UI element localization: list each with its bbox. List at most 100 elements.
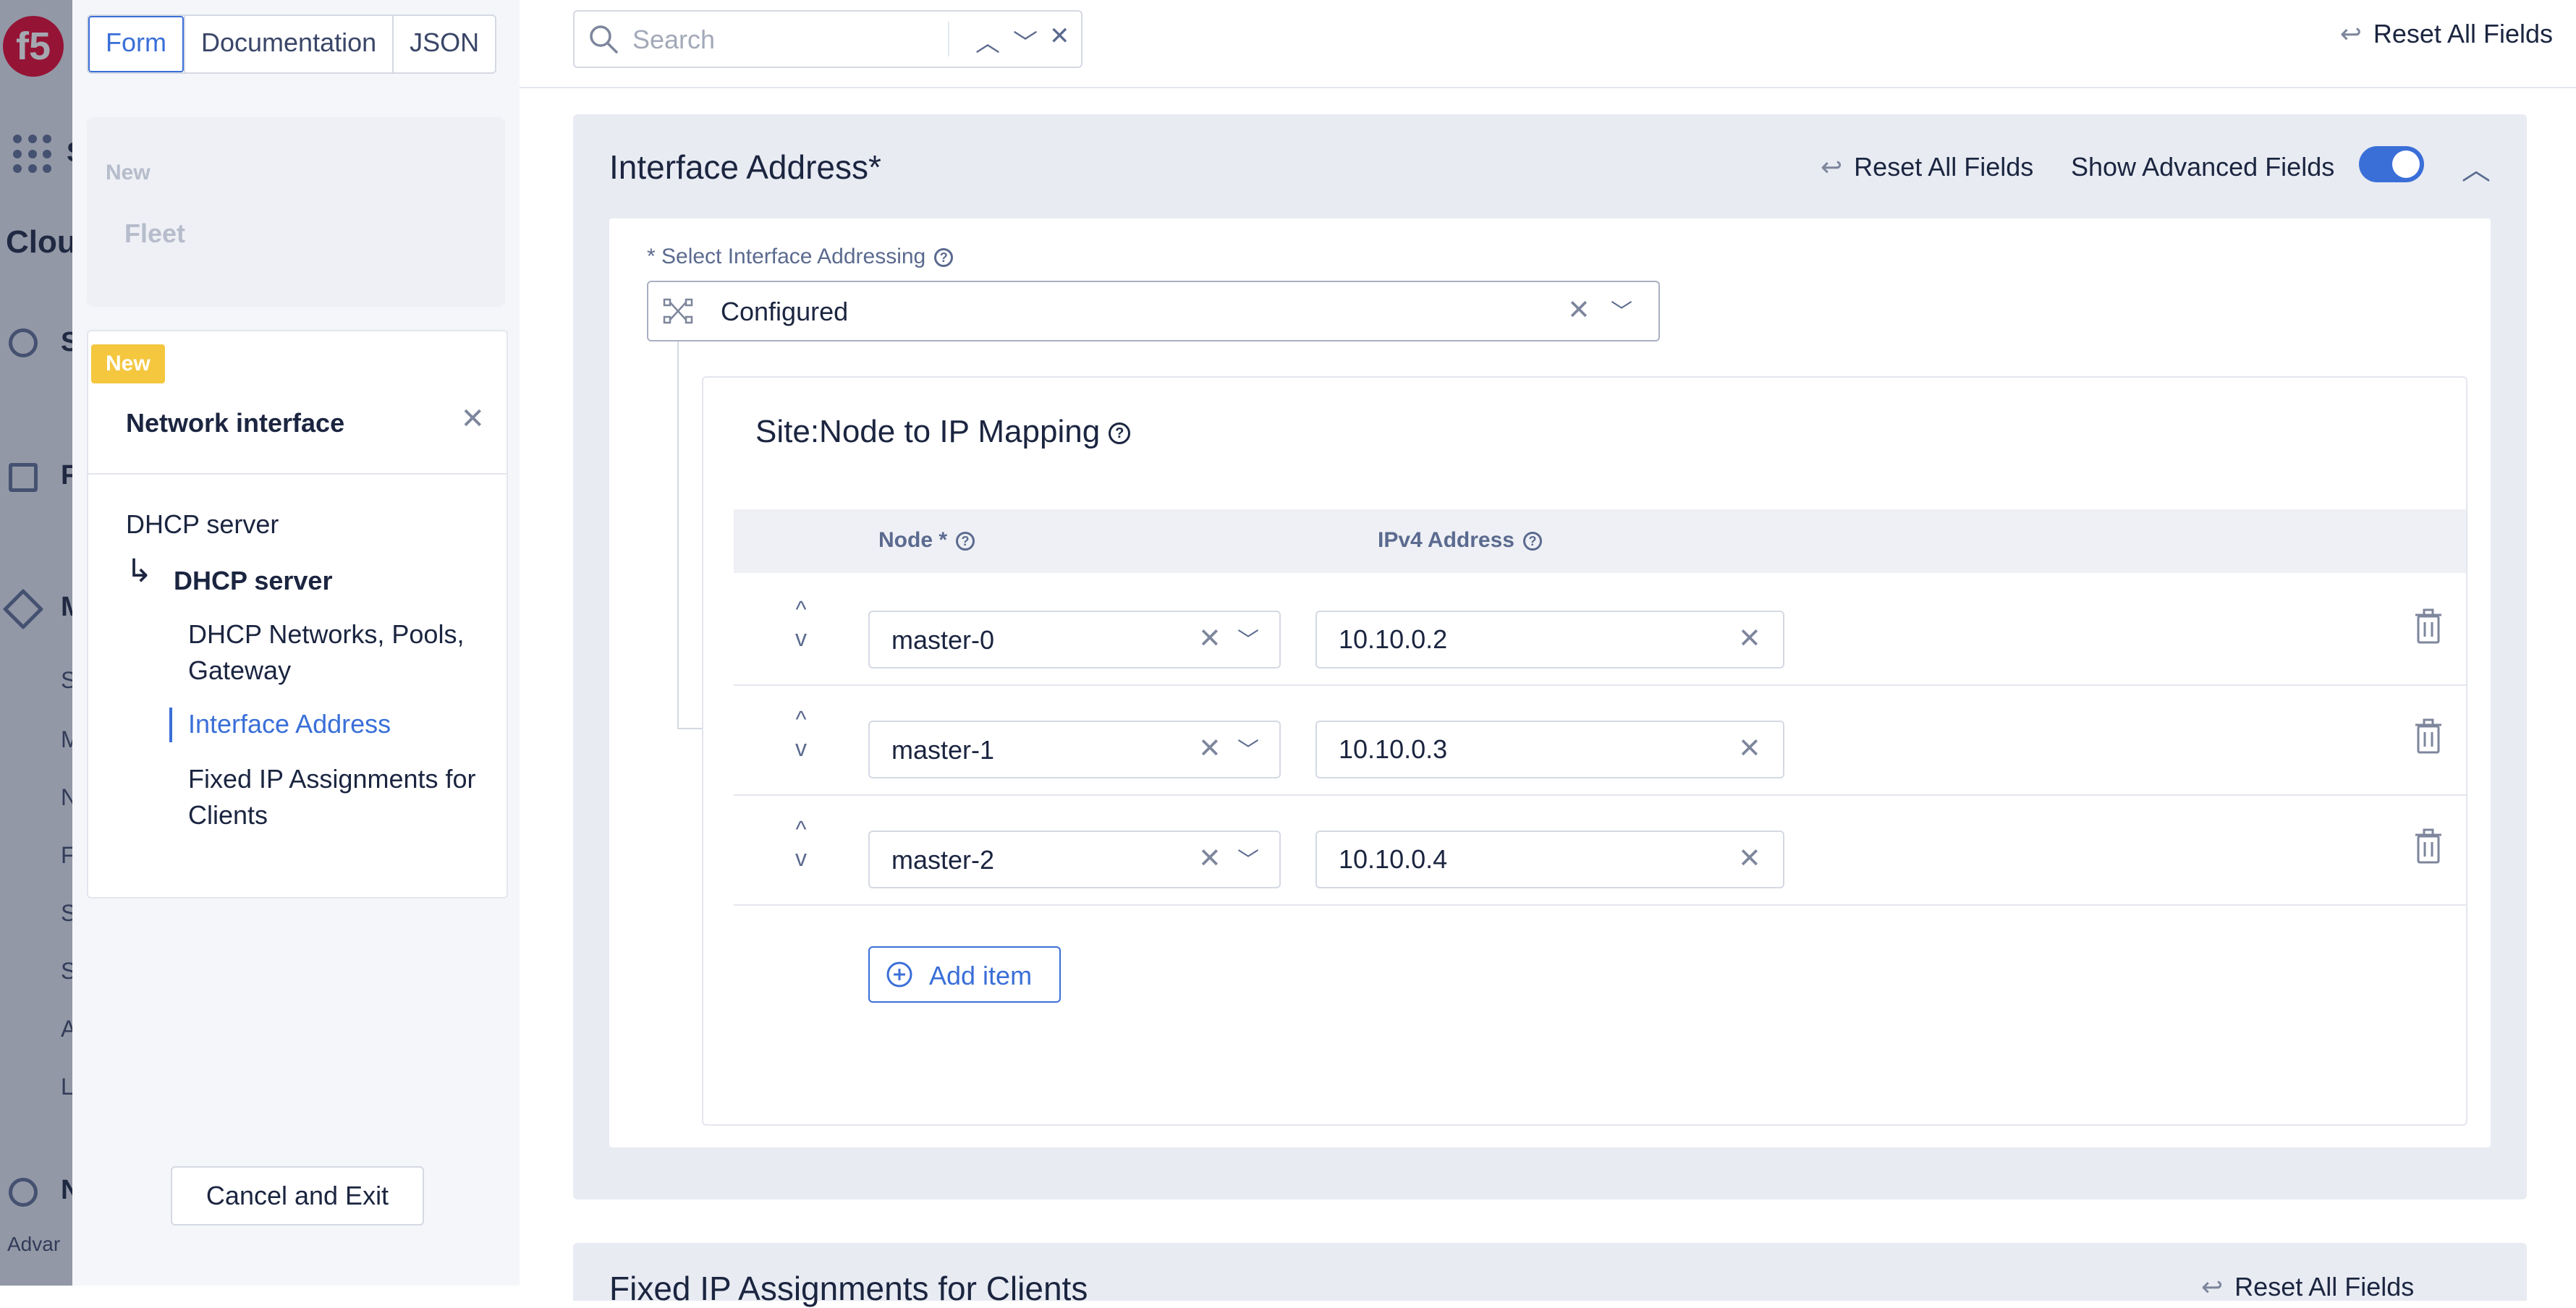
ipv4-field: ✕ [1315,611,1784,668]
help-icon[interactable]: ? [934,248,954,268]
ipv4-input[interactable] [1337,841,1702,878]
node-value: master-0 [891,625,995,655]
reorder-control: ^ v [790,815,812,872]
network-interface-title: Network interface [126,408,345,438]
tab-json[interactable]: JSON [392,16,495,72]
table-row: ^v master-1 ✕ ﹀ ✕ [734,684,2466,796]
add-item-button[interactable]: Add item [868,946,1061,1003]
help-icon[interactable]: ? [956,532,975,551]
tree-connector [677,728,703,729]
ipv4-field: ✕ [1315,721,1784,778]
chevron-up-icon[interactable]: ︿ [2462,146,2491,188]
required-mark: * [868,148,881,186]
chevron-down-icon[interactable]: ﹀ [1237,622,1259,654]
ipv4-field: ✕ [1315,831,1784,888]
reset-all-label: Reset All Fields [2373,19,2553,48]
clear-icon[interactable]: ✕ [1738,842,1761,875]
chevron-down-icon[interactable]: ﹀ [1237,732,1259,764]
move-down-icon[interactable]: v [790,624,812,653]
divider [948,22,949,56]
network-nodes-icon [663,298,693,324]
chevron-down-icon[interactable]: ﹀ [1237,842,1259,874]
nav-dhcp-server[interactable]: DHCP server [126,509,279,540]
trash-icon[interactable] [2412,608,2444,645]
reset-all-fields-button[interactable]: ↩ Reset All Fields [2340,19,2553,49]
new-badge: New [91,344,165,383]
fleet-card-label: New [106,161,151,184]
close-icon[interactable]: ✕ [460,402,485,436]
node-select[interactable]: master-0 ✕ ﹀ [868,611,1281,668]
clear-icon[interactable]: ✕ [1738,732,1761,765]
nav-dhcp-networks[interactable]: DHCP Networks, Pools, Gateway [188,616,492,689]
node-select[interactable]: master-1 ✕ ﹀ [868,721,1281,778]
reorder-control: ^ v [790,705,812,763]
section-reset-label: Reset All Fields [1854,152,2034,182]
node-select[interactable]: master-2 ✕ ﹀ [868,831,1281,888]
reorder-control: ^ v [790,595,812,653]
section-title: Interface Address* [609,148,881,187]
search-input[interactable] [631,19,938,61]
plus-circle-icon [886,961,912,988]
move-down-icon[interactable]: v [790,844,812,872]
nav-fixed-ip[interactable]: Fixed IP Assignments for Clients [188,761,492,833]
fixed-ip-reset-label: Reset All Fields [2234,1272,2415,1301]
help-icon[interactable]: ? [1522,532,1542,551]
undo-icon: ↩ [2339,19,2362,48]
clear-icon[interactable]: ✕ [1198,842,1221,875]
node-ip-mapping: Site:Node to IP Mapping? Node *? IPv4 Ad… [702,376,2467,1126]
chevron-up-icon[interactable]: ︿ [975,23,1000,59]
ipv4-input[interactable] [1337,731,1702,768]
fleet-card: New Fleet [87,117,505,307]
search-box: ︿ ﹀ ✕ [573,10,1082,68]
table-row: ^v master-2 ✕ ﹀ ✕ [734,794,2466,906]
help-icon[interactable]: ? [1109,422,1131,445]
clear-icon[interactable]: ✕ [1567,294,1590,326]
mapping-title-text: Site:Node to IP Mapping [755,414,1101,449]
nav-dhcp-server-sub[interactable]: DHCP server [174,566,332,596]
section-body: * Select Interface Addressing? Configure… [609,218,2491,1147]
left-panel: Form Documentation JSON New Fleet New Ne… [72,0,521,1286]
network-interface-card: New Network interface ✕ DHCP server ↳ DH… [87,330,508,899]
fleet-link[interactable]: Fleet [124,218,185,249]
move-up-icon[interactable]: ^ [790,815,812,844]
trash-icon[interactable] [2412,718,2444,755]
divider [88,473,507,475]
tab-documentation[interactable]: Documentation [184,16,392,72]
chevron-down-icon[interactable]: ﹀ [1013,23,1038,59]
top-toolbar: ︿ ﹀ ✕ ↩ Reset All Fields [520,0,2576,88]
sub-arrow-icon: ↳ [126,553,153,589]
table-header: Node *? IPv4 Address? [734,509,2466,573]
fixed-ip-section: Fixed IP Assignments for Clients ↩ Reset … [573,1243,2527,1307]
chevron-down-icon[interactable]: ﹀ [1611,294,1632,326]
column-ipv4: IPv4 Address? [1378,528,1542,553]
clear-icon[interactable]: ✕ [1738,622,1761,655]
move-up-icon[interactable]: ^ [790,595,812,624]
section-reset-button[interactable]: ↩ Reset All Fields [1821,152,2033,182]
select-interface-addressing-label: * Select Interface Addressing? [647,245,954,269]
column-node: Node *? [878,528,975,553]
fixed-ip-reset-button[interactable]: ↩ Reset All Fields [2201,1272,2414,1302]
move-up-icon[interactable]: ^ [790,705,812,734]
cancel-and-exit-button[interactable]: Cancel and Exit [171,1166,424,1226]
search-icon [590,25,618,54]
view-tabs: Form Documentation JSON [87,14,497,74]
column-ipv4-label: IPv4 Address [1378,528,1514,552]
fixed-ip-section-title: Fixed IP Assignments for Clients [609,1270,1088,1307]
tab-form[interactable]: Form [88,16,184,72]
move-down-icon[interactable]: v [790,734,812,763]
column-node-label: Node * [878,528,948,552]
clear-icon[interactable]: ✕ [1198,622,1221,655]
active-indicator [169,708,172,742]
ipv4-input[interactable] [1337,621,1702,658]
node-value: master-1 [891,735,995,765]
advanced-fields-toggle[interactable] [2359,146,2424,182]
nav-interface-address[interactable]: Interface Address [188,709,391,739]
interface-addressing-select[interactable]: Configured ✕ ﹀ [647,281,1660,341]
trash-icon[interactable] [2412,828,2444,865]
clear-icon[interactable]: ✕ [1198,732,1221,765]
add-item-label: Add item [929,961,1033,990]
advanced-fields-label: Show Advanced Fields [2071,152,2335,182]
close-icon[interactable]: ✕ [1049,22,1070,51]
edit-modal: Form Documentation JSON New Fleet New Ne… [72,0,2576,1307]
background-app: f5 S Clou S F M S M N F S S A L N Advar [0,0,72,1286]
